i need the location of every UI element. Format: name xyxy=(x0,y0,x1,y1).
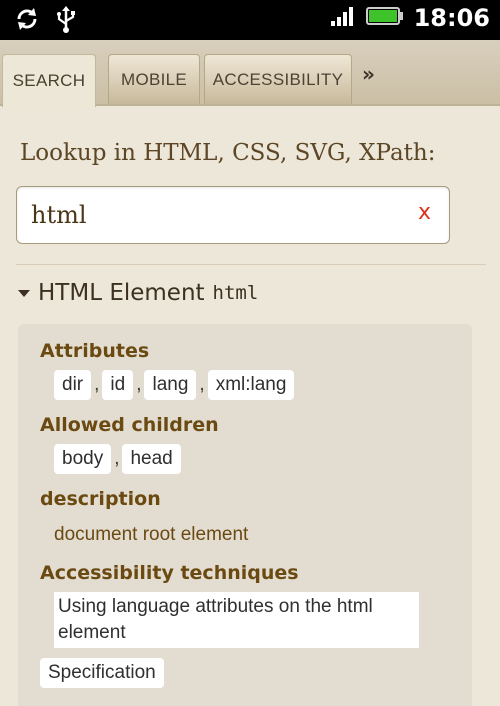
result-card: Attributes dir , id , lang , xml:lang Al… xyxy=(18,324,472,706)
children-list: body , head xyxy=(54,444,181,474)
status-bar: 18:06 xyxy=(0,0,500,40)
children-title: Allowed children xyxy=(40,414,219,436)
separator: , xyxy=(114,448,120,469)
separator: , xyxy=(136,374,142,395)
collapse-triangle-icon[interactable] xyxy=(18,289,30,297)
battery-icon xyxy=(365,6,404,30)
more-tabs-button[interactable]: » xyxy=(362,62,375,86)
tab-mobile[interactable]: MOBILE xyxy=(108,54,200,104)
lookup-label: Lookup in HTML, CSS, SVG, XPath: xyxy=(20,140,436,166)
description-title: description xyxy=(40,488,161,510)
signal-icon xyxy=(330,5,356,31)
search-box: x xyxy=(16,186,450,244)
attribute-chip[interactable]: lang xyxy=(144,370,197,400)
clear-search-button[interactable]: x xyxy=(418,200,431,225)
attributes-list: dir , id , lang , xml:lang xyxy=(54,370,295,400)
result-title: HTML Element xyxy=(38,280,205,306)
clock: 18:06 xyxy=(413,4,490,32)
separator: , xyxy=(94,374,100,395)
tab-accessibility[interactable]: ACCESSIBILITY xyxy=(204,54,352,104)
divider xyxy=(16,264,486,265)
description-text: document root element xyxy=(54,524,249,545)
result-code: html xyxy=(212,282,259,304)
technique-link[interactable]: Using language attributes on the html el… xyxy=(54,592,419,648)
tab-search[interactable]: SEARCH xyxy=(2,54,96,107)
child-chip[interactable]: body xyxy=(54,444,112,474)
usb-icon xyxy=(54,6,78,38)
attribute-chip[interactable]: xml:lang xyxy=(207,370,295,400)
specification-button[interactable]: Specification xyxy=(40,658,164,688)
search-input[interactable] xyxy=(31,197,401,233)
sync-icon xyxy=(14,6,40,38)
attributes-title: Attributes xyxy=(40,340,150,362)
attribute-chip[interactable]: id xyxy=(102,370,134,400)
result-heading[interactable]: HTML Element html xyxy=(18,280,258,306)
tab-bar: SEARCH MOBILE ACCESSIBILITY » xyxy=(0,40,500,107)
main-content: Lookup in HTML, CSS, SVG, XPath: x HTML … xyxy=(0,106,500,706)
techniques-title: Accessibility techniques xyxy=(40,562,299,584)
separator: , xyxy=(199,374,205,395)
attribute-chip[interactable]: dir xyxy=(54,370,92,400)
child-chip[interactable]: head xyxy=(122,444,181,474)
